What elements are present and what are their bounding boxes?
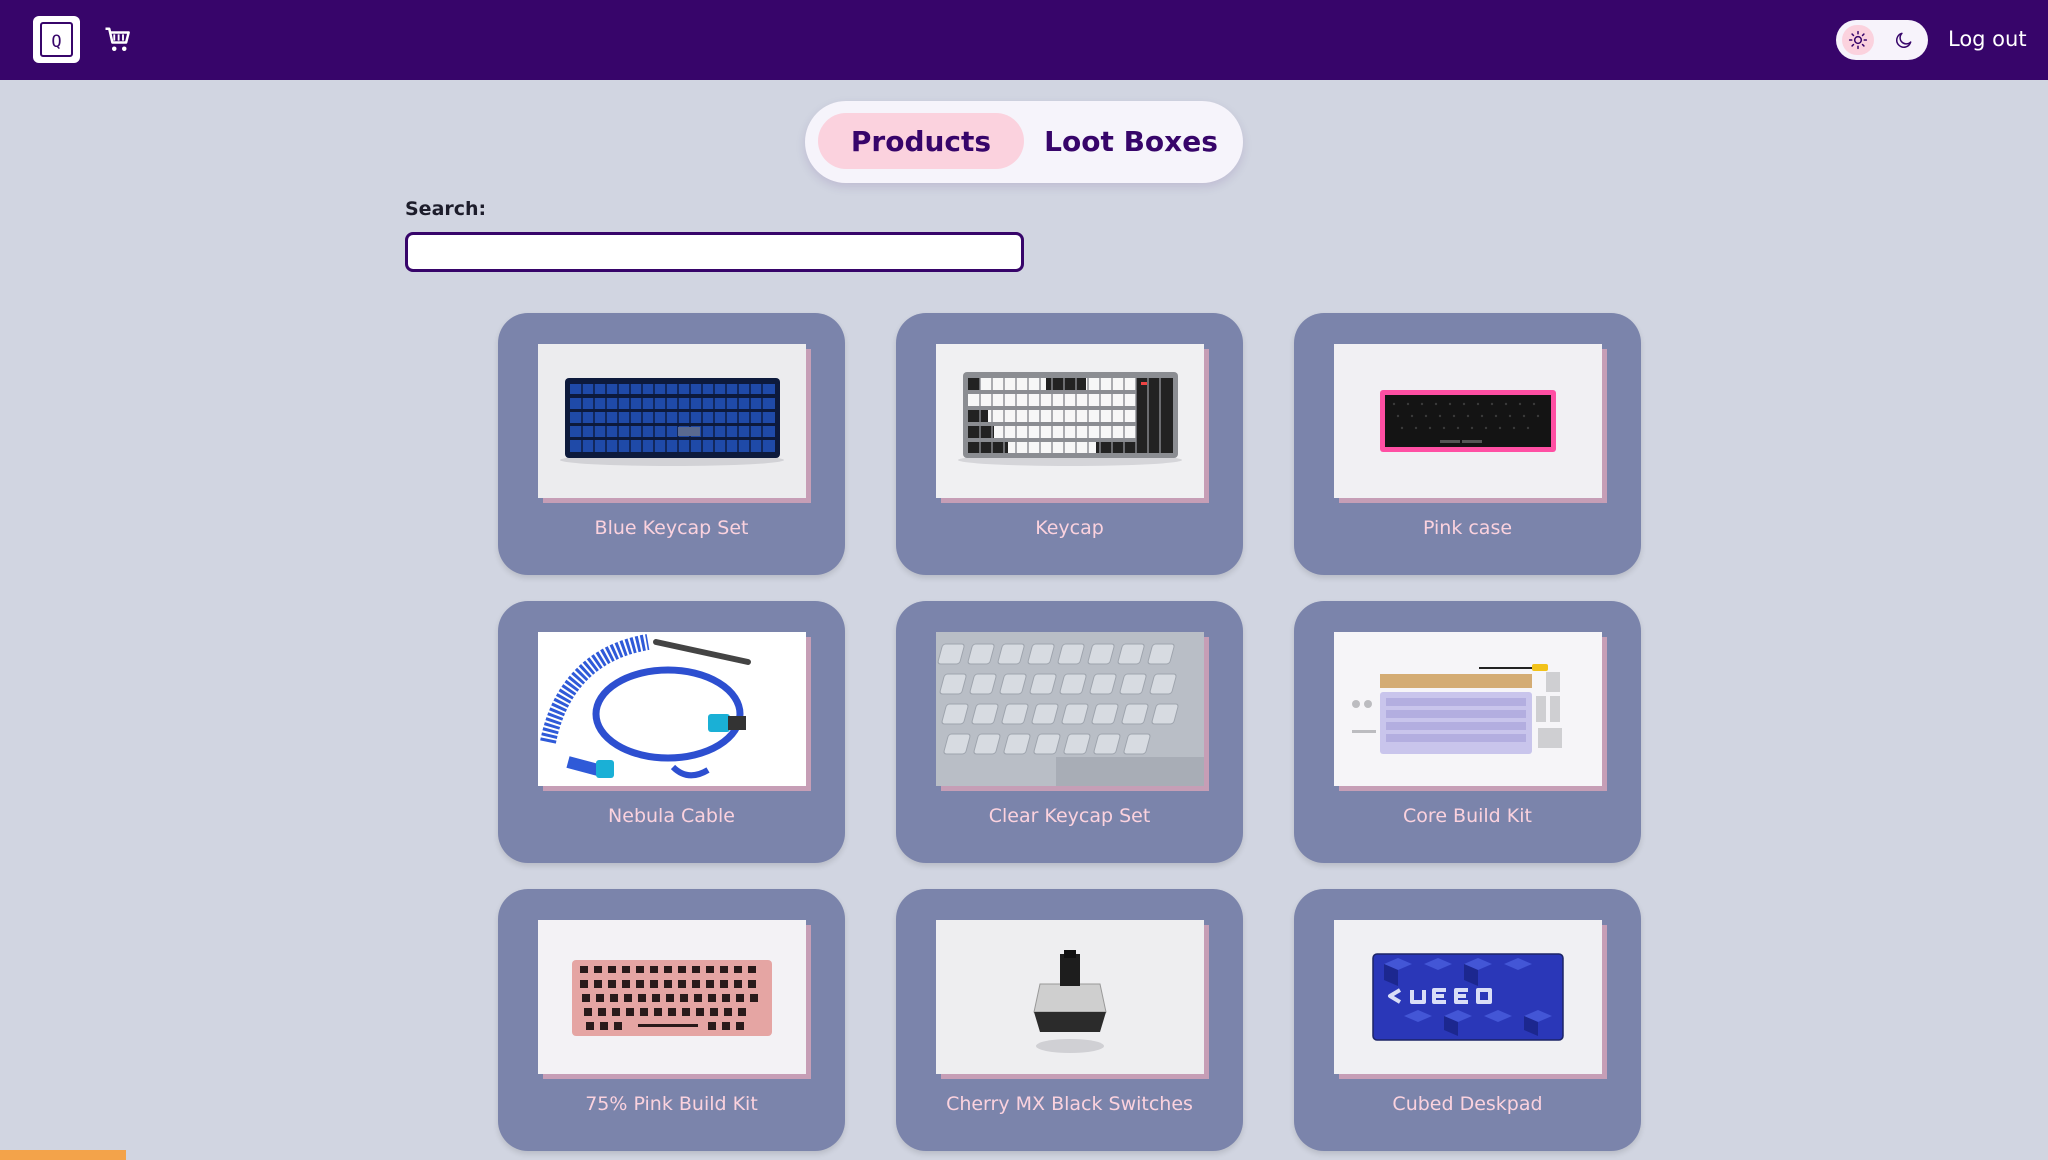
view-tabs: Products Loot Boxes [805,101,1243,183]
product-image [538,920,806,1074]
logout-button[interactable]: Log out [1948,24,2027,54]
cart-icon[interactable] [103,25,133,55]
switch-image [936,920,1204,1074]
product-title: Pink case [1422,517,1513,539]
product-image [936,344,1204,498]
product-title: Cubed Deskpad [1392,1093,1543,1115]
blue-keyboard-image [538,344,806,498]
product-title: Cherry MX Black Switches [946,1093,1193,1115]
search-input[interactable] [405,232,1024,272]
product-card[interactable]: Pink case [1294,313,1641,575]
search-label: Search: [405,198,487,220]
sun-icon[interactable] [1842,25,1874,55]
product-title: Core Build Kit [1403,805,1532,827]
theme-toggle[interactable] [1836,20,1928,60]
pink-build-kit-image [538,920,806,1074]
logo-q-icon[interactable]: Q [33,16,80,63]
nebula-cable-image [538,632,806,786]
white-keyboard-image [936,344,1204,498]
core-build-kit-image [1334,632,1602,786]
product-image [538,344,806,498]
product-image [936,920,1204,1074]
product-card[interactable]: Keycap [896,313,1243,575]
product-image [1334,920,1602,1074]
product-grid: Blue Keycap Set Keycap Pink case Nebula … [498,313,1644,1151]
product-card[interactable]: Cherry MX Black Switches [896,889,1243,1151]
product-card[interactable]: Blue Keycap Set [498,313,845,575]
product-image-frame [1334,632,1607,791]
tab-loot-boxes[interactable]: Loot Boxes [1032,113,1230,169]
product-image-frame [538,344,811,503]
moon-icon[interactable] [1888,25,1920,55]
product-image-frame [538,632,811,791]
tab-products[interactable]: Products [818,113,1024,169]
product-card[interactable]: Clear Keycap Set [896,601,1243,863]
clear-keycap-image [936,632,1204,786]
product-card[interactable]: Cubed Deskpad [1294,889,1641,1151]
logo-letter: Q [40,22,73,57]
top-navbar: Q Log out [0,0,2048,80]
product-image [1334,344,1602,498]
corner-badge [0,1150,126,1160]
product-image-frame [1334,344,1607,503]
product-card[interactable]: 75% Pink Build Kit [498,889,845,1151]
cubed-deskpad-image [1334,920,1602,1074]
product-title: 75% Pink Build Kit [585,1093,758,1115]
product-image [1334,632,1602,786]
product-title: Clear Keycap Set [988,805,1151,827]
product-image-frame [538,920,811,1079]
product-title: Nebula Cable [608,805,735,827]
pink-case-image [1334,344,1602,498]
product-card[interactable]: Nebula Cable [498,601,845,863]
product-card[interactable]: Core Build Kit [1294,601,1641,863]
product-image-frame [936,344,1209,503]
product-title: Blue Keycap Set [594,517,749,539]
product-title: Keycap [1035,517,1104,539]
product-image-frame [1334,920,1607,1079]
product-image [936,632,1204,786]
product-image-frame [936,632,1209,791]
product-image-frame [936,920,1209,1079]
product-image [538,632,806,786]
